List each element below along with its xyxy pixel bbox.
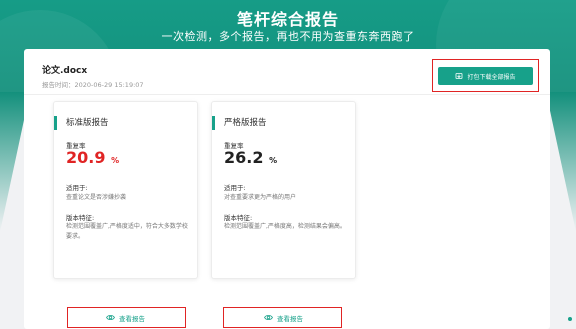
package-download-icon [456,73,463,79]
file-name: 论文.docx [42,66,88,76]
scroll-indicator[interactable] [568,317,572,321]
rate-value: 20.9 % [66,148,119,167]
report-card-strict: 严格版报告 重复率 26.2 % 适用于: 对查重要求更为严格的用户 版本特征:… [211,101,356,328]
eye-icon [264,314,273,321]
divider [24,94,550,95]
download-all-button[interactable]: 打包下载全部报告 [438,67,533,85]
rate-unit: % [269,156,278,165]
view-report-label: 查看报告 [277,314,303,323]
feature-text: 检测范围覆盖广,严格度高，检测结果会偏高。 [224,223,346,230]
report-panel: 论文.docx 报告时间：2020-06-29 15:19:07 打包下载全部报… [24,49,550,329]
view-report-label: 查看报告 [119,314,145,323]
download-all-label: 打包下载全部报告 [467,73,516,81]
feature-label: 版本特征: [66,214,95,222]
report-card-standard: 标准版报告 重复率 20.9 % 适用于: 查重论文是否涉嫌抄袭 版本特征: 检… [53,101,198,328]
rate-number: 20.9 [66,148,106,167]
for-label: 适用于: [224,184,246,192]
page-subtitle: 一次检测，多个报告，再也不用为查重东奔西跑了 [161,30,415,43]
feature-label: 版本特征: [224,214,253,222]
feature-text: 检测范围覆盖广,严格度适中，符合大多数学校要求。 [66,223,188,240]
eye-icon [106,314,115,321]
view-report-button[interactable]: 查看报告 [54,307,197,328]
report-time: 报告时间：2020-06-29 15:19:07 [42,81,144,89]
for-label: 适用于: [66,184,88,192]
card-title: 严格版报告 [212,116,267,130]
view-report-button[interactable]: 查看报告 [212,307,355,328]
card-title: 标准版报告 [54,116,109,130]
page-title: 笔杆综合报告 [236,10,339,29]
for-text: 查重论文是否涉嫌抄袭 [66,194,127,201]
rate-number: 26.2 [224,148,264,167]
rate-value: 26.2 % [224,148,277,167]
rate-unit: % [111,156,120,165]
for-text: 对查重要求更为严格的用户 [224,194,297,201]
decor-right [546,92,576,232]
